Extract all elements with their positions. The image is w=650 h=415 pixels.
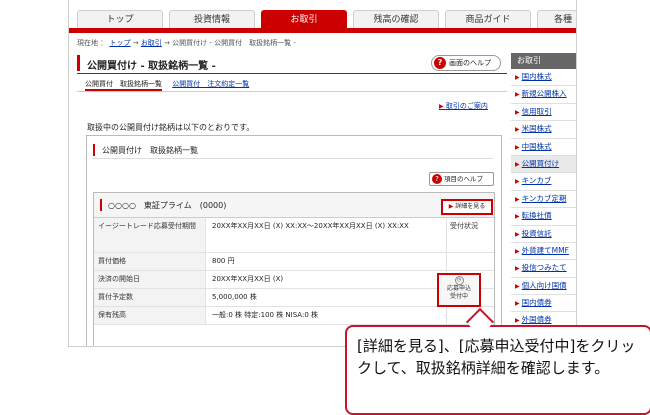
triangle-right-icon: ▶: [515, 317, 520, 325]
sidebar: お取引 ▶ 国内株式 ▶ 新規公開株入 ▶ 信用取引 ▶ 米国株式 ▶ 中国株式 ▶ 公開買…: [511, 53, 576, 346]
triangle-right-icon: ▶: [515, 265, 520, 273]
nav-underline: [69, 28, 576, 33]
trade-guide-link[interactable]: ▶ 取引のご案内: [439, 101, 488, 111]
table-row: 決済の開始日 20XX年XX月XX日 (X): [94, 271, 494, 289]
row-value: 20XX年XX月XX日 (X) XX:XX～20XX年XX月XX日 (X) XX…: [212, 222, 409, 230]
triangle-right-icon: ▶: [515, 74, 520, 81]
triangle-right-icon: ▶: [515, 108, 520, 116]
sidebar-item-domestic-bond[interactable]: ▶ 国内債券: [511, 295, 576, 313]
stock-list-panel: 公開買付け 取扱銘柄一覧 ? 項目のヘルプ ○○○○ 東証プライム (0000)…: [86, 135, 502, 346]
screen-help-label: 画面のヘルプ: [449, 59, 491, 67]
triangle-right-icon: ▶: [515, 160, 520, 168]
question-icon: ?: [434, 57, 446, 69]
sidebar-item-china-stock[interactable]: ▶ 中国株式: [511, 139, 576, 156]
triangle-right-icon: ▶: [515, 178, 520, 186]
sidebar-item-tender-offer[interactable]: ▶ 公開買付け: [511, 155, 576, 174]
sub-tabs: 公開買付 取扱銘柄一覧 公開買付 注文約定一覧: [85, 79, 249, 91]
sidebar-item-jgb-individual[interactable]: ▶ 個人向け国債: [511, 278, 576, 296]
triangle-right-icon: ▶: [515, 91, 520, 99]
tab-investment-info[interactable]: 投資情報: [169, 10, 255, 29]
triangle-right-icon: ▶: [515, 143, 520, 151]
apply-line1: 応募申込: [446, 285, 471, 292]
tab-trade[interactable]: お取引: [261, 10, 347, 29]
triangle-right-icon: ▶: [515, 282, 520, 290]
item-help-button[interactable]: ? 項目のヘルプ: [429, 172, 494, 186]
panel-header: 公開買付け 取扱銘柄一覧: [93, 142, 493, 159]
panel-title: 公開買付け 取扱銘柄一覧: [102, 146, 198, 155]
breadcrumb-current: 公開買付け - 公開買付 取扱銘柄一覧 -: [172, 39, 296, 47]
apply-line2: 受付中: [449, 293, 468, 300]
breadcrumb-prefix: 現在地 ：: [77, 39, 108, 47]
row-status: [446, 253, 494, 270]
stock-card: ○○○○ 東証プライム (0000) ▶ 詳細を見る イージートレード応募受付期…: [93, 192, 495, 346]
row-label: 買付予定数: [94, 289, 206, 306]
triangle-right-icon: ▶: [448, 203, 454, 210]
row-label: 買付価格: [94, 253, 206, 270]
apply-accepting-button[interactable]: ◷ 応募申込 受付中: [437, 273, 481, 307]
triangle-right-icon: ▶: [515, 247, 520, 255]
row-label: イージートレード応募受付期間: [94, 218, 206, 252]
triangle-right-icon: ▶: [515, 300, 520, 308]
sidebar-item-ipo[interactable]: ▶ 新規公開株入: [511, 86, 576, 104]
row-value: 一般:0 株 特定:100 株 NISA:0 株: [212, 311, 319, 319]
tab-top[interactable]: トップ: [77, 10, 163, 29]
instruction-callout: [詳細を見る]、[応募申込受付中]をクリックして、取扱銘柄詳細を確認します。: [345, 325, 650, 415]
question-icon: ?: [432, 174, 442, 184]
table-row: イージートレード応募受付期間 20XX年XX月XX日 (X) XX:XX～20X…: [94, 218, 494, 253]
stock-name: ○○○○ 東証プライム (0000): [108, 201, 227, 210]
screen-help-button[interactable]: ? 画面のヘルプ: [431, 55, 501, 71]
tab-balance[interactable]: 残高の確認: [353, 10, 439, 29]
view-detail-button[interactable]: ▶ 詳細を見る: [441, 199, 493, 215]
sidebar-item-convertible-bond[interactable]: ▶ 転換社債: [511, 208, 576, 226]
browser-frame: トップ 投資情報 お取引 残高の確認 商品ガイド 各種 現在地 ： トップ → …: [68, 0, 577, 347]
clock-icon: ◷: [454, 276, 464, 285]
sidebar-item-mutual-fund[interactable]: ▶ 投資信託: [511, 226, 576, 243]
breadcrumb-arrow: →: [164, 39, 170, 47]
page-title: 公開買付け - 取扱銘柄一覧 -: [87, 61, 216, 72]
view-detail-label: 詳細を見る: [455, 203, 486, 210]
table-row: 買付価格 800 円: [94, 253, 494, 271]
stock-header: ○○○○ 東証プライム (0000) ▶ 詳細を見る: [94, 193, 494, 218]
item-help-label: 項目のヘルプ: [444, 175, 483, 183]
sidebar-item-fund-accumulation[interactable]: ▶ 投信つみたて: [511, 260, 576, 278]
sidebar-header: お取引: [511, 53, 576, 69]
breadcrumb-arrow: →: [132, 39, 139, 47]
row-value: 20XX年XX月XX日 (X): [212, 275, 284, 283]
triangle-right-icon: ▶: [515, 213, 520, 221]
sidebar-item-us-stock[interactable]: ▶ 米国株式: [511, 121, 576, 139]
triangle-right-icon: ▶: [439, 103, 444, 110]
breadcrumb-trade-link[interactable]: お取引: [141, 39, 162, 47]
sidebar-item-kinkabu-regular[interactable]: ▶ キンカブ定期: [511, 191, 576, 209]
row-label: 保有残高: [94, 307, 206, 324]
trade-guide-label: 取引のご案内: [445, 102, 488, 110]
breadcrumb: 現在地 ： トップ → お取引 → 公開買付け - 公開買付 取扱銘柄一覧 -: [77, 38, 296, 48]
tab-product-guide[interactable]: 商品ガイド: [445, 10, 531, 29]
callout-text: [詳細を見る]、[応募申込受付中]をクリックして、取扱銘柄詳細を確認します。: [357, 337, 636, 377]
intro-text: 取扱中の公開買付け銘柄は以下のとおりです。: [87, 123, 255, 132]
row-value: 5,000,000 株: [212, 293, 257, 301]
triangle-right-icon: ▶: [515, 126, 520, 134]
row-value: 800 円: [212, 257, 235, 265]
table-row: 買付予定数 5,000,000 株: [94, 289, 494, 307]
subtab-order-list[interactable]: 公開買付 注文約定一覧: [172, 80, 249, 88]
row-status: 受付状況: [446, 218, 494, 252]
table-row: 保有残高 一般:0 株 特定:100 株 NISA:0 株: [94, 307, 494, 325]
tab-misc[interactable]: 各種: [537, 10, 576, 29]
sidebar-item-domestic-stock[interactable]: ▶ 国内株式: [511, 69, 576, 87]
sidebar-item-kinkabu[interactable]: ▶ キンカブ: [511, 173, 576, 191]
sidebar-item-margin[interactable]: ▶ 信用取引: [511, 104, 576, 122]
sidebar-item-foreign-mmf[interactable]: ▶ 外貨建てMMF: [511, 243, 576, 261]
breadcrumb-top-link[interactable]: トップ: [109, 39, 130, 47]
subtab-stock-list[interactable]: 公開買付 取扱銘柄一覧: [85, 80, 162, 91]
triangle-right-icon: ▶: [515, 230, 520, 238]
triangle-right-icon: ▶: [515, 195, 520, 203]
row-label: 決済の開始日: [94, 271, 206, 288]
global-nav: トップ 投資情報 お取引 残高の確認 商品ガイド 各種: [69, 10, 576, 29]
